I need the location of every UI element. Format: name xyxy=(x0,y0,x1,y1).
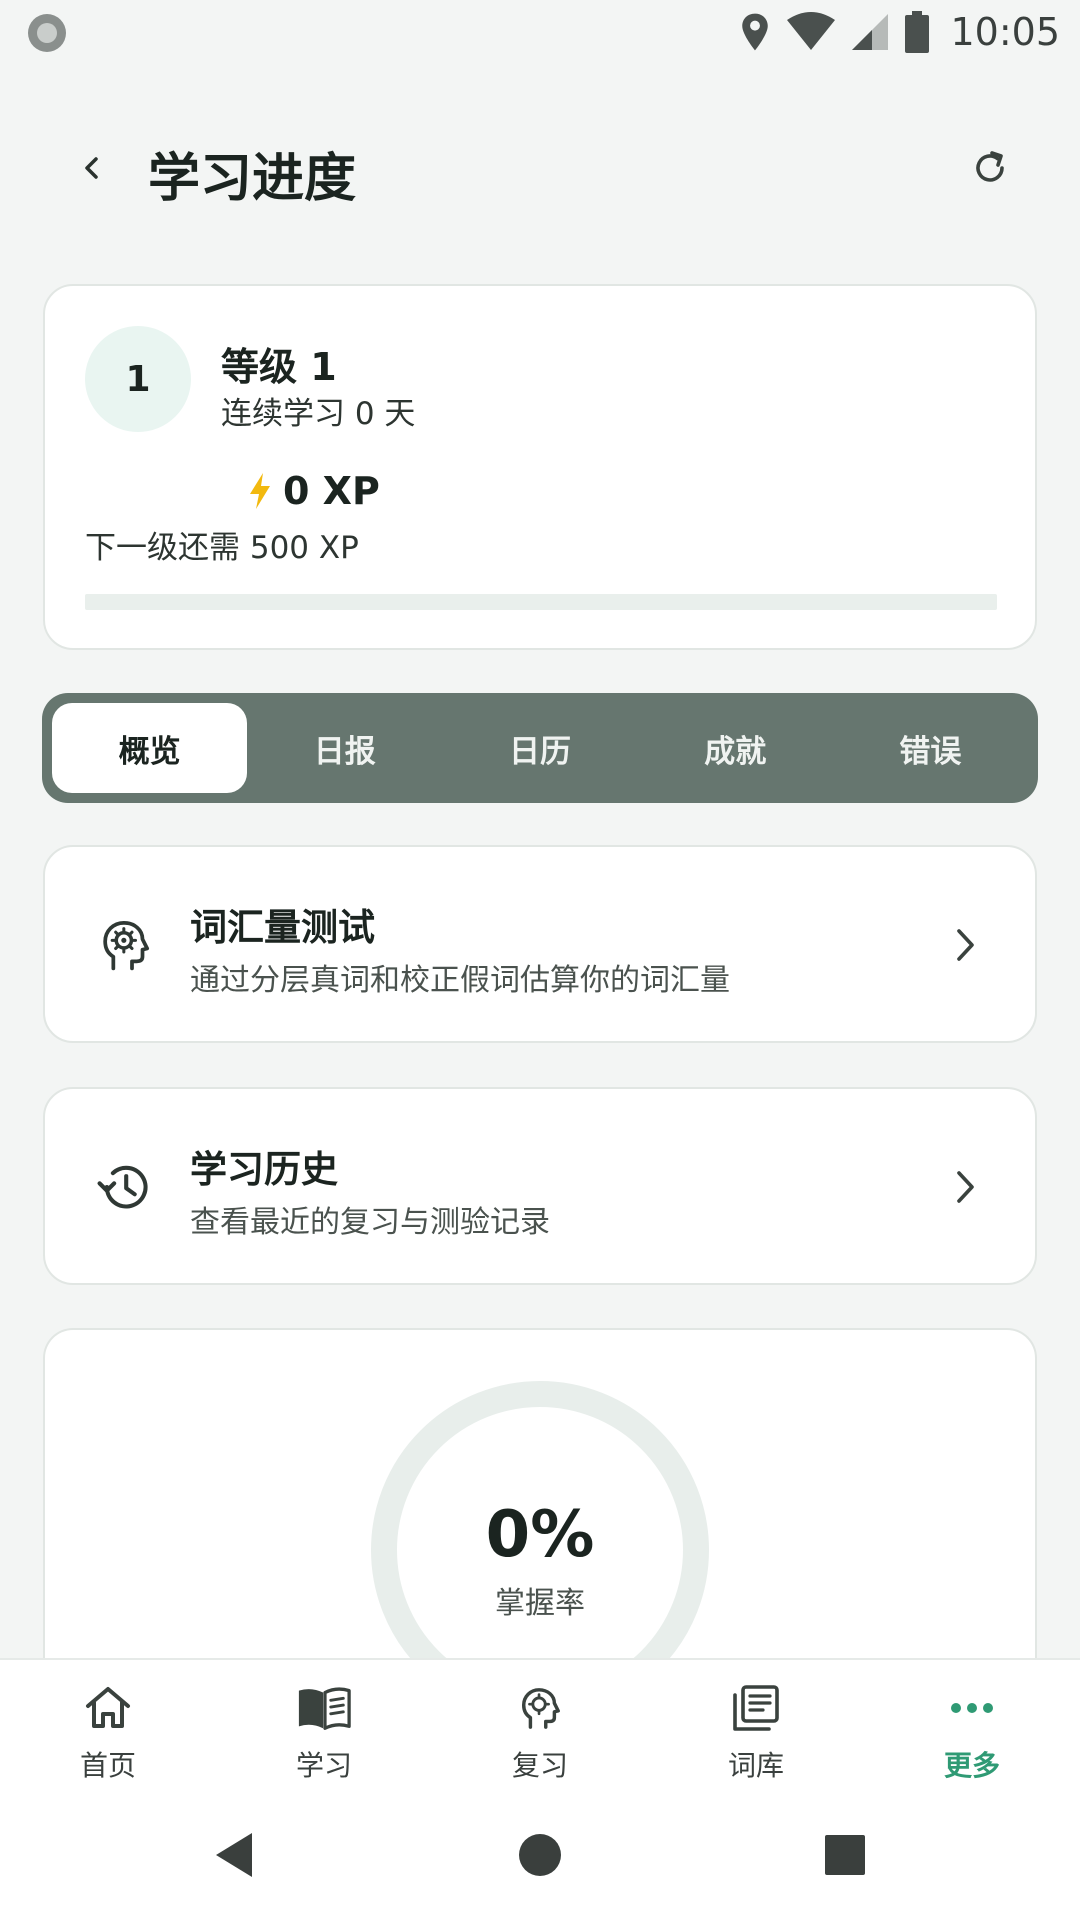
nav-label: 更多 xyxy=(943,1749,1000,1782)
location-icon xyxy=(742,13,769,51)
battery-icon xyxy=(905,11,930,53)
vocab-test-card[interactable]: 词汇量测试 通过分层真词和校正假词估算你的词汇量 xyxy=(43,845,1037,1043)
status-bar: 10:05 xyxy=(0,0,1080,64)
tab-overview[interactable]: 概览 xyxy=(52,703,248,793)
triangle-back-icon xyxy=(216,1833,252,1877)
header: 学习进度 xyxy=(0,108,1080,228)
page-title: 学习进度 xyxy=(148,149,357,209)
xp-value: 0 XP xyxy=(283,469,380,513)
chevron-right-icon xyxy=(935,1157,995,1217)
chevron-right-icon xyxy=(935,915,995,975)
system-back-button[interactable] xyxy=(200,1820,270,1890)
nav-study[interactable]: 学习 xyxy=(216,1660,432,1790)
wifi-icon xyxy=(787,12,836,50)
lightning-icon xyxy=(250,473,270,509)
vocab-test-title: 词汇量测试 xyxy=(190,906,375,949)
more-dots-icon xyxy=(944,1680,1000,1736)
next-level-text: 下一级还需 500 XP xyxy=(85,530,359,566)
book-icon xyxy=(296,1680,352,1736)
level-card: 1 等级 1 连续学习 0 天 0 XP 下一级还需 500 XP xyxy=(43,284,1037,650)
screen: 10:05 学习进度 1 等级 1 连续学习 0 天 0 XP 下一级还需 50… xyxy=(0,0,1080,1920)
vocab-test-subtitle: 通过分层真词和校正假词估算你的词汇量 xyxy=(190,963,730,998)
tab-bar: 概览 日报 日历 成就 错误 xyxy=(42,693,1038,803)
bottom-nav: 首页 学习 复习 词库 更多 xyxy=(0,1658,1080,1790)
status-icons: 10:05 xyxy=(738,8,1060,56)
nav-library[interactable]: 词库 xyxy=(648,1660,864,1790)
xp-progress-bar xyxy=(85,594,997,610)
nav-more[interactable]: 更多 xyxy=(864,1660,1080,1790)
learning-history-title: 学习历史 xyxy=(190,1148,338,1191)
mastery-value: 0% xyxy=(485,1498,595,1572)
refresh-button[interactable] xyxy=(960,138,1020,198)
history-icon xyxy=(87,1149,163,1225)
system-nav-bar xyxy=(0,1790,1080,1920)
back-button[interactable] xyxy=(62,138,122,198)
brain-gear-icon xyxy=(87,907,163,983)
chevron-left-icon xyxy=(85,157,98,179)
xp-row: 0 XP xyxy=(247,466,380,516)
learning-history-subtitle: 查看最近的复习与测验记录 xyxy=(190,1205,550,1240)
tab-achievements[interactable]: 成就 xyxy=(638,703,833,793)
signal-icon xyxy=(852,14,889,50)
circle-home-icon xyxy=(519,1834,561,1876)
library-icon xyxy=(728,1680,784,1736)
system-home-button[interactable] xyxy=(505,1820,575,1890)
nav-label: 学习 xyxy=(295,1749,352,1782)
streak-text: 连续学习 0 天 xyxy=(221,396,416,432)
tab-calendar[interactable]: 日历 xyxy=(442,703,637,793)
square-recents-icon xyxy=(825,1835,865,1875)
tab-daily-report[interactable]: 日报 xyxy=(247,703,442,793)
mastery-card: 0% 掌握率 xyxy=(43,1328,1037,1668)
tab-mistakes[interactable]: 错误 xyxy=(833,703,1028,793)
notification-dot-icon xyxy=(28,14,66,52)
system-recents-button[interactable] xyxy=(810,1820,880,1890)
level-name: 等级 1 xyxy=(221,345,337,389)
mastery-label: 掌握率 xyxy=(495,1586,585,1621)
nav-review[interactable]: 复习 xyxy=(432,1660,648,1790)
brain-gear-icon xyxy=(512,1680,568,1736)
nav-home[interactable]: 首页 xyxy=(0,1660,216,1790)
status-time: 10:05 xyxy=(950,10,1060,54)
nav-label: 复习 xyxy=(511,1749,568,1782)
level-badge: 1 xyxy=(85,326,191,432)
refresh-icon xyxy=(976,151,1004,182)
learning-history-card[interactable]: 学习历史 查看最近的复习与测验记录 xyxy=(43,1087,1037,1285)
nav-label: 词库 xyxy=(727,1749,784,1782)
home-icon xyxy=(80,1680,136,1736)
nav-label: 首页 xyxy=(79,1749,136,1782)
